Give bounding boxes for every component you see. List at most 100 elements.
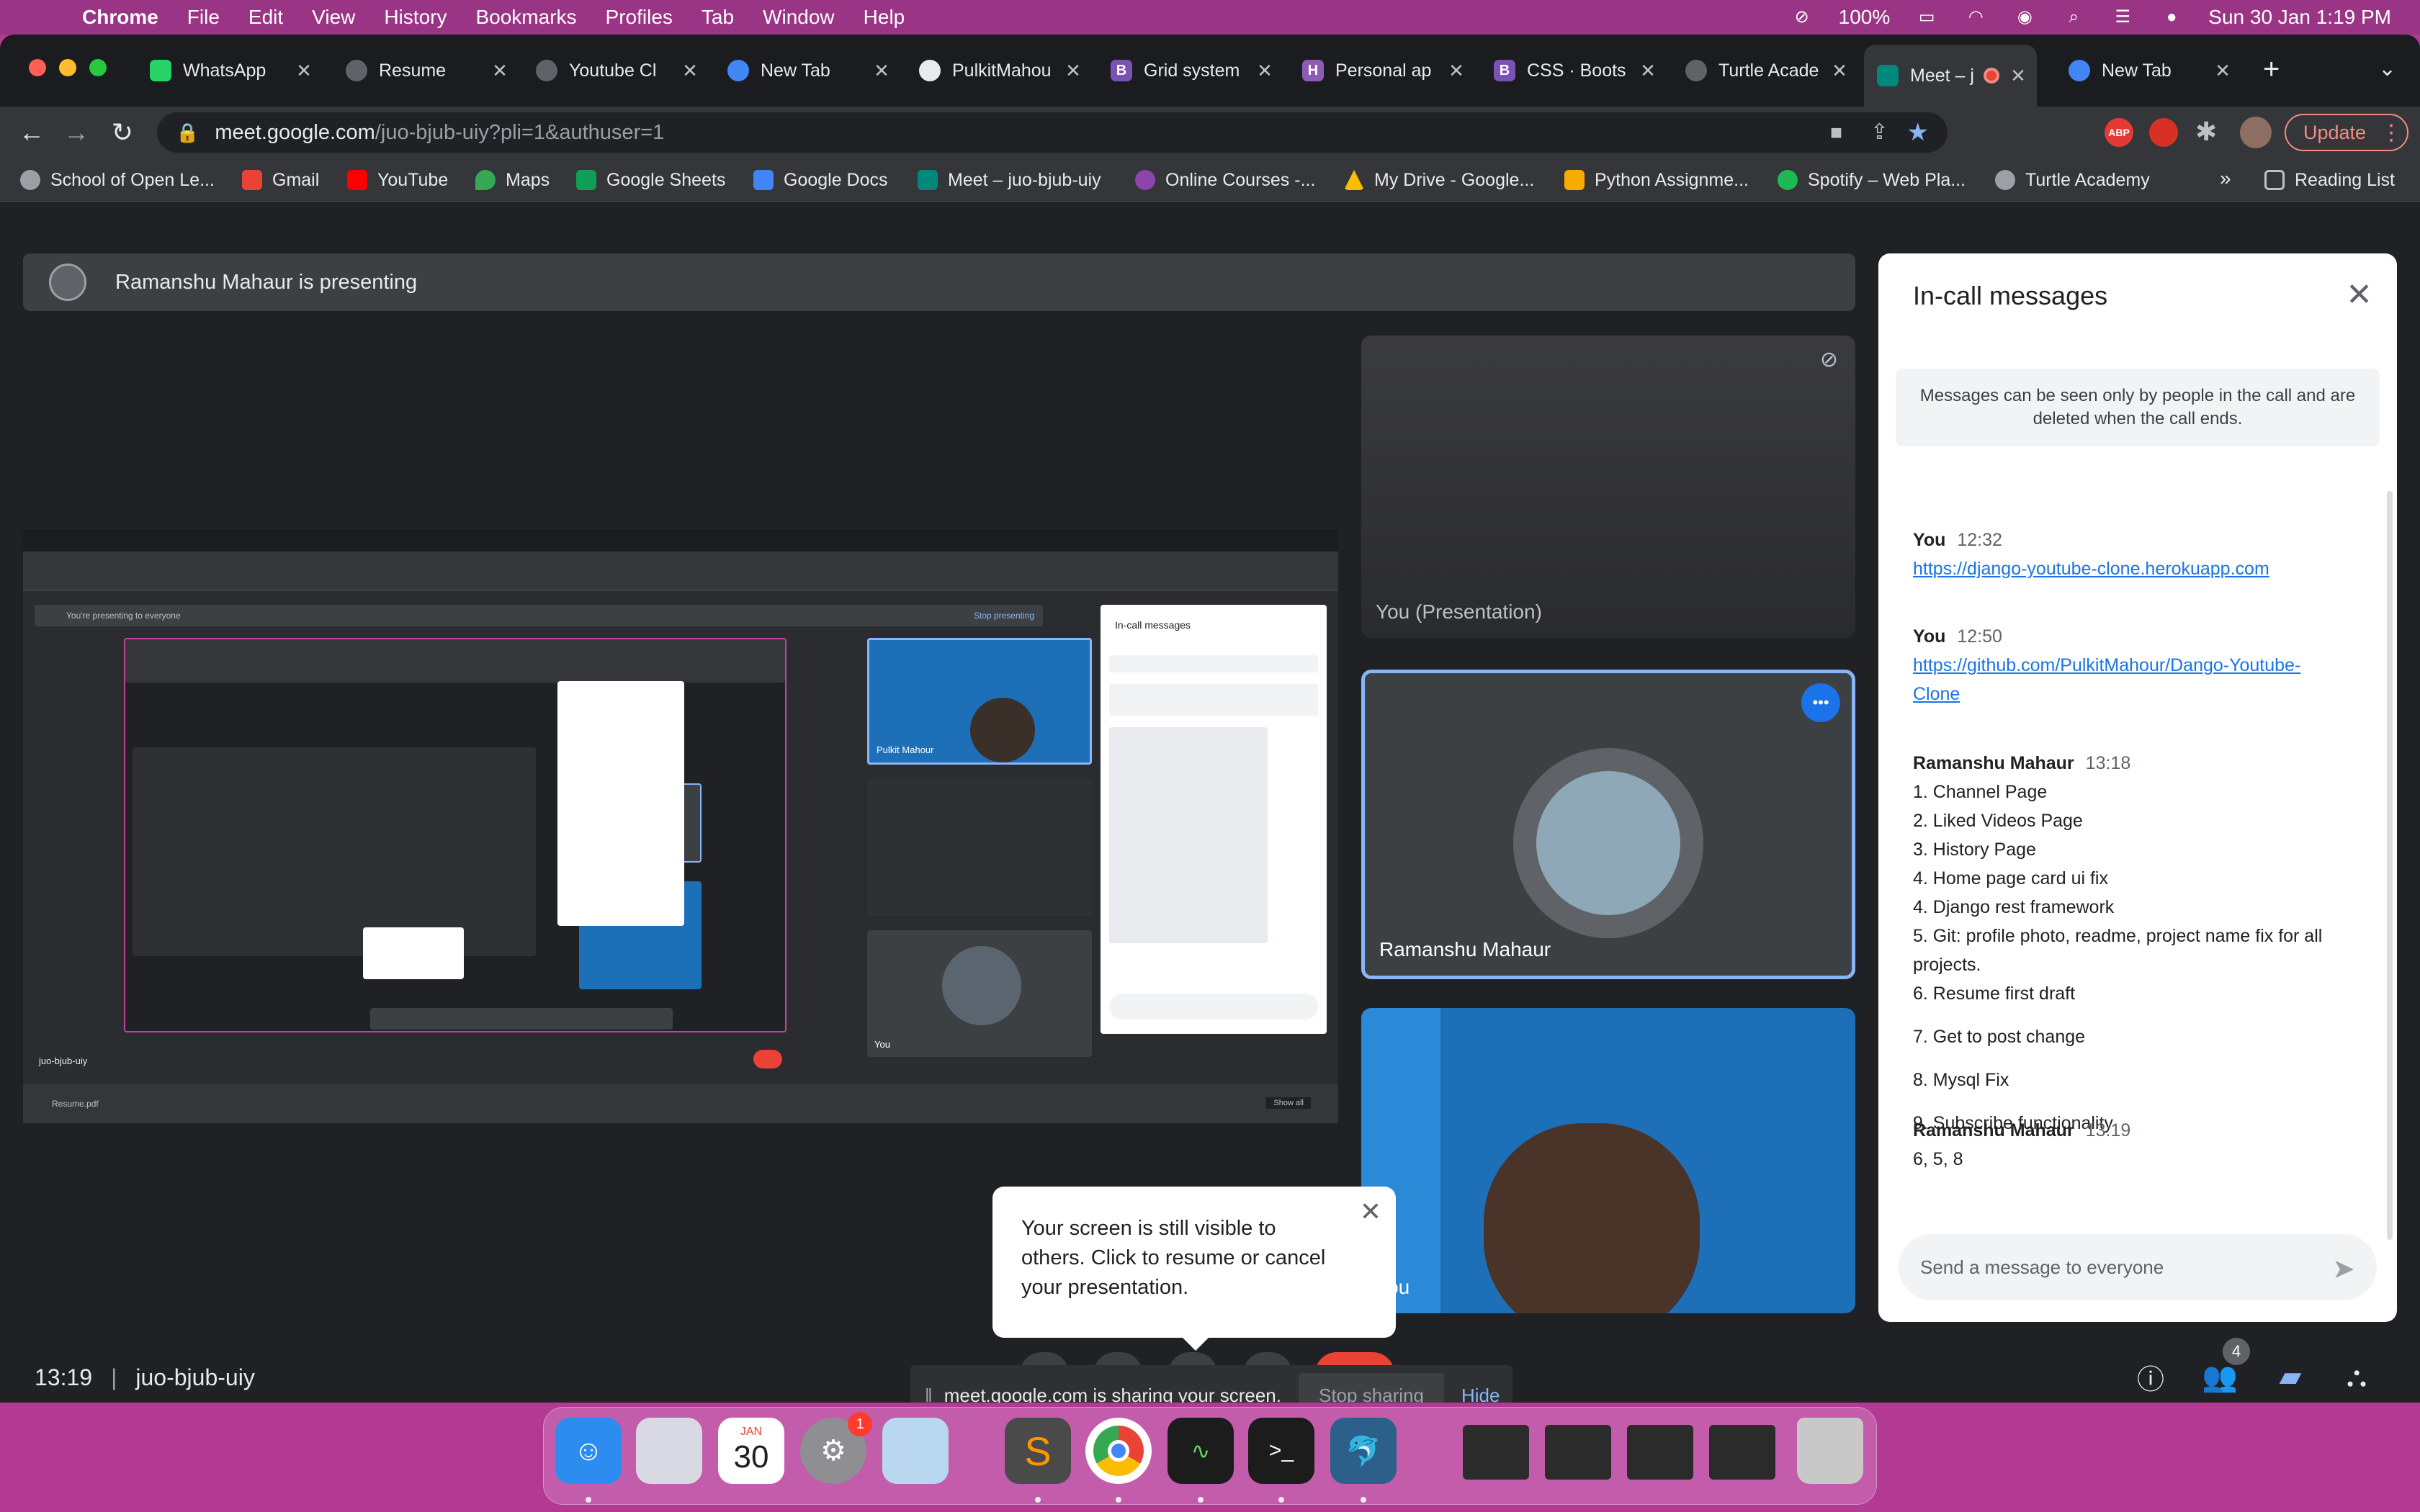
bookmark-item[interactable]: Python Assignme...: [1564, 167, 1749, 193]
shared-screen-presentation[interactable]: You're presenting to everyone Stop prese…: [23, 530, 1338, 1123]
close-tab-icon[interactable]: ✕: [1638, 60, 1658, 82]
wifi-icon[interactable]: ◠: [1963, 7, 1988, 27]
battery-icon[interactable]: ▭: [1914, 7, 1939, 27]
menu-view[interactable]: View: [312, 6, 355, 29]
presentation-tile[interactable]: You (Presentation) ⊘: [1361, 336, 1855, 638]
extensions-puzzle-icon[interactable]: ✱: [2195, 117, 2217, 147]
preview-icon[interactable]: [882, 1418, 949, 1484]
menu-history[interactable]: History: [384, 6, 447, 29]
chat-message-input[interactable]: Send a message to everyone ➤: [1899, 1234, 2377, 1300]
minimized-window-2[interactable]: [1545, 1425, 1611, 1480]
close-tab-icon[interactable]: ✕: [871, 60, 892, 82]
menu-app-name[interactable]: Chrome: [82, 6, 158, 29]
close-tab-icon[interactable]: ✕: [294, 60, 314, 82]
calendar-icon[interactable]: JAN 30: [718, 1418, 784, 1484]
meeting-details-info-icon[interactable]: ⓘ: [2128, 1354, 2174, 1400]
reading-list-button[interactable]: Reading List: [2264, 167, 2395, 193]
participant-tile-you[interactable]: You: [1361, 1008, 1855, 1313]
bookmark-item[interactable]: Meet – juo-bjub-uiy: [918, 167, 1101, 193]
participant-tile-ramanshu[interactable]: ••• Ramanshu Mahaur: [1361, 670, 1855, 979]
bookmark-item[interactable]: School of Open Le...: [20, 167, 215, 193]
bookmark-item[interactable]: YouTube: [347, 167, 448, 193]
update-button[interactable]: Update ⋮: [2285, 114, 2408, 151]
lock-icon[interactable]: 🔒: [176, 122, 199, 144]
tab-github[interactable]: PulkitMahou ✕: [919, 52, 1083, 89]
chat-scrollbar[interactable]: [2387, 491, 2393, 1240]
meeting-code[interactable]: juo-bjub-uiy: [135, 1364, 254, 1391]
close-tooltip-icon[interactable]: ✕: [1360, 1197, 1381, 1226]
menu-edit[interactable]: Edit: [248, 6, 283, 29]
tab-new-tab-2[interactable]: New Tab ✕: [2069, 52, 2233, 89]
minimized-window-4[interactable]: [1709, 1425, 1775, 1480]
sublime-text-icon[interactable]: S: [1005, 1418, 1071, 1484]
menu-window[interactable]: Window: [763, 6, 835, 29]
mic-muted-status-icon[interactable]: ⊘: [1790, 7, 1814, 27]
mysql-workbench-icon[interactable]: 🐬: [1330, 1418, 1397, 1484]
more-bookmarks-chevron-icon[interactable]: »: [2220, 167, 2231, 190]
close-tab-icon[interactable]: ✕: [1063, 60, 1083, 82]
bookmark-item[interactable]: Maps: [475, 167, 550, 193]
finder-icon[interactable]: ☺: [555, 1418, 622, 1484]
close-chat-icon[interactable]: ✕: [2346, 279, 2372, 311]
menu-bookmarks[interactable]: Bookmarks: [475, 6, 576, 29]
close-tab-icon[interactable]: ✕: [680, 60, 700, 82]
tab-search-chevron-icon[interactable]: ⌄: [2378, 56, 2396, 81]
share-icon[interactable]: ⇪: [1870, 120, 1888, 145]
close-window-button[interactable]: [29, 59, 46, 76]
menubar-datetime[interactable]: Sun 30 Jan 1:19 PM: [2208, 6, 2391, 29]
google-chrome-icon[interactable]: [1085, 1418, 1152, 1484]
extension-hand-icon[interactable]: [2149, 118, 2178, 147]
close-tab-icon[interactable]: ✕: [1255, 60, 1275, 82]
back-arrow-icon[interactable]: ←: [17, 120, 46, 145]
terminal-icon[interactable]: >_: [1248, 1418, 1314, 1484]
message-link[interactable]: https://django-youtube-clone.herokuapp.c…: [1913, 559, 2269, 579]
bookmark-item[interactable]: My Drive - Google...: [1344, 167, 1534, 193]
new-tab-plus-icon[interactable]: +: [2263, 53, 2280, 86]
control-center-icon[interactable]: ☰: [2110, 7, 2135, 27]
profile-avatar[interactable]: [2240, 117, 2272, 148]
tab-grid-system[interactable]: B Grid system ✕: [1111, 52, 1275, 89]
tab-resume[interactable]: Resume ✕: [346, 52, 510, 89]
activity-monitor-icon[interactable]: ∿: [1168, 1418, 1234, 1484]
user-account-icon[interactable]: ◉: [2012, 7, 2037, 27]
close-tab-icon[interactable]: ✕: [1829, 60, 1850, 82]
tab-whatsapp[interactable]: WhatsApp ✕: [150, 52, 314, 89]
trash-icon[interactable]: [1797, 1418, 1863, 1484]
hide-sharing-bar-button[interactable]: Hide: [1461, 1385, 1500, 1403]
chat-icon[interactable]: ▰: [2267, 1354, 2313, 1400]
message-link[interactable]: https://github.com/PulkitMahour/Dango-Yo…: [1913, 651, 2345, 708]
menu-profiles[interactable]: Profiles: [606, 6, 673, 29]
menu-file[interactable]: File: [187, 6, 220, 29]
tab-new-tab[interactable]: New Tab ✕: [727, 52, 892, 89]
minimize-window-button[interactable]: [59, 59, 76, 76]
tab-google-meet[interactable]: Meet – j ✕: [1864, 45, 2037, 107]
minimized-window-3[interactable]: [1627, 1425, 1693, 1480]
close-tab-icon[interactable]: ✕: [2008, 65, 2028, 87]
bookmark-item[interactable]: Turtle Academy: [1995, 167, 2150, 193]
siri-icon[interactable]: ●: [2159, 7, 2184, 27]
close-tab-icon[interactable]: ✕: [2213, 60, 2233, 82]
activities-icon[interactable]: ⛬: [2334, 1354, 2380, 1400]
menu-tab[interactable]: Tab: [702, 6, 734, 29]
tab-personal-app[interactable]: H Personal ap ✕: [1302, 52, 1466, 89]
forward-arrow-icon[interactable]: →: [62, 120, 91, 145]
bookmark-item[interactable]: Spotify – Web Pla...: [1778, 167, 1966, 193]
adblock-plus-icon[interactable]: ABP: [2105, 118, 2133, 147]
drag-handle-icon[interactable]: ‖: [925, 1385, 933, 1403]
close-tab-icon[interactable]: ✕: [490, 60, 510, 82]
address-bar[interactable]: 🔒 meet.google.com /juo-bjub-uiy?pli=1&au…: [157, 112, 1948, 153]
bookmark-item[interactable]: Google Docs: [753, 167, 888, 193]
camera-in-use-icon[interactable]: ■: [1830, 121, 1842, 144]
stop-sharing-button[interactable]: Stop sharing: [1298, 1373, 1444, 1403]
reload-icon[interactable]: ↻: [108, 120, 137, 145]
tab-turtle-academy[interactable]: Turtle Acade ✕: [1685, 52, 1850, 89]
presentation-reminder-tooltip[interactable]: Your screen is still visible to others. …: [992, 1187, 1396, 1351]
bookmark-item[interactable]: Google Sheets: [576, 167, 725, 193]
menu-help[interactable]: Help: [864, 6, 905, 29]
tab-youtube-clone[interactable]: Youtube Clo ✕: [536, 52, 700, 89]
send-icon[interactable]: ➤: [2332, 1253, 2355, 1285]
bookmark-item[interactable]: Gmail: [242, 167, 319, 193]
zoom-window-button[interactable]: [89, 59, 107, 76]
launchpad-icon[interactable]: [636, 1418, 702, 1484]
close-tab-icon[interactable]: ✕: [1446, 60, 1466, 82]
